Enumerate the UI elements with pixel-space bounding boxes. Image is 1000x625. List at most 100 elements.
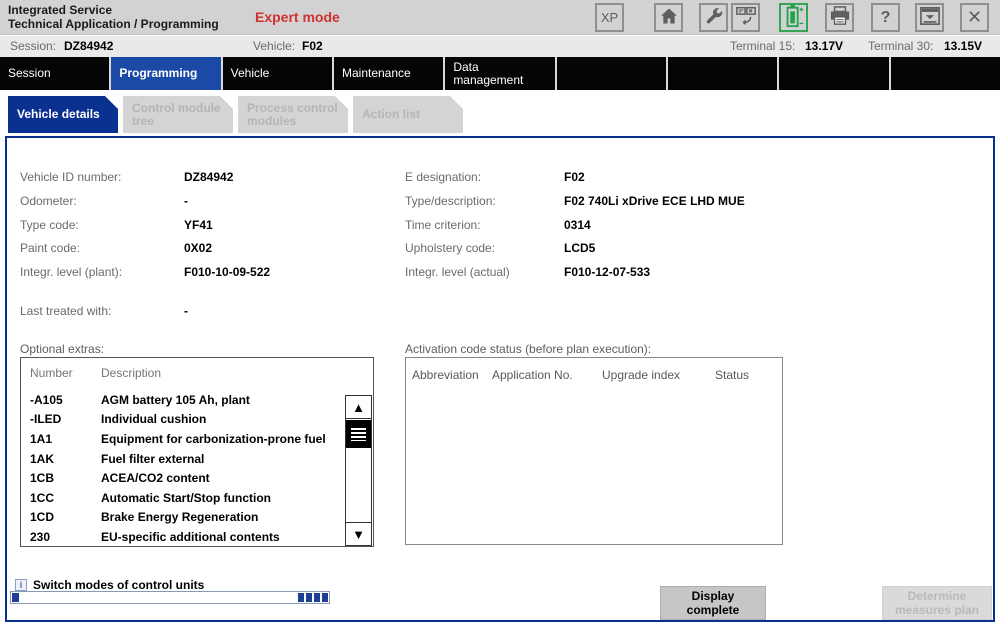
tab-action-list[interactable]: Action list [353, 96, 463, 133]
table-row[interactable]: 1A1 Equipment for carbonization-prone fu… [21, 429, 373, 449]
activation-table-title: Activation code status (before plan exec… [405, 342, 651, 356]
print-button[interactable] [825, 3, 854, 32]
menu-tab-empty [557, 57, 666, 90]
screen-switch-icon [735, 5, 757, 30]
field-label: Integr. level (actual) [405, 265, 510, 279]
session-bar: Session: DZ84942 Vehicle: F02 Terminal 1… [0, 36, 1000, 57]
column-header-number: Number [30, 366, 101, 380]
scroll-down-button[interactable]: ▼ [346, 522, 371, 545]
close-button[interactable]: ✕ [960, 3, 989, 32]
field-label: Type code: [20, 218, 79, 232]
field-value: LCD5 [564, 241, 595, 255]
tab-control-module-tree[interactable]: Control module tree [123, 96, 233, 133]
progress-bar [10, 591, 330, 604]
title-bar: Integrated Service Technical Application… [0, 0, 1000, 35]
field-label: E designation: [405, 170, 481, 184]
field-label: Odometer: [20, 194, 77, 208]
column-header-upgrade-index: Upgrade index [602, 368, 715, 382]
activation-table-header: Abbreviation Application No. Upgrade ind… [406, 358, 782, 382]
field-label: Vehicle ID number: [20, 170, 121, 184]
app-title-line1: Integrated Service [8, 3, 219, 17]
column-header-application-no: Application No. [492, 368, 602, 382]
field-value: F010-12-07-533 [564, 265, 650, 279]
xp-button[interactable]: XP [595, 3, 624, 32]
session-value: DZ84942 [64, 39, 113, 53]
activation-code-table: Abbreviation Application No. Upgrade ind… [405, 357, 783, 545]
table-row[interactable]: 1CD Brake Energy Regeneration [21, 508, 373, 528]
subtab-bar: Vehicle details Control module tree Proc… [0, 90, 1000, 136]
menu-tab-session[interactable]: Session [0, 57, 109, 90]
field-value: F010-10-09-522 [184, 265, 270, 279]
battery-status-button[interactable] [779, 3, 808, 32]
dock-window-icon [919, 6, 941, 29]
expert-mode-label: Expert mode [255, 9, 340, 25]
triangle-down-icon: ▼ [352, 527, 365, 542]
menu-tab-empty [668, 57, 777, 90]
optional-extras-title: Optional extras: [20, 342, 104, 356]
home-icon [659, 6, 679, 29]
progress-segment [322, 593, 328, 602]
vehicle-value: F02 [302, 39, 323, 53]
vehicle-details-panel: Vehicle ID number: DZ84942 Odometer: - T… [5, 136, 995, 622]
table-row[interactable]: 230 EU-specific additional contents [21, 527, 373, 547]
help-button[interactable]: ? [871, 3, 900, 32]
home-button[interactable] [654, 3, 683, 32]
table-row[interactable]: 1CC Automatic Start/Stop function [21, 488, 373, 508]
scroll-up-button[interactable]: ▲ [346, 396, 371, 419]
tools-button[interactable] [699, 3, 728, 32]
field-label: Upholstery code: [405, 241, 495, 255]
table-row[interactable]: -ILED Individual cushion [21, 410, 373, 430]
optional-extras-header: Number Description [21, 358, 373, 390]
progress-segment [12, 593, 19, 602]
battery-icon [784, 4, 804, 31]
status-line: i Switch modes of control units [15, 578, 204, 592]
app-title: Integrated Service Technical Application… [8, 3, 219, 31]
dock-button[interactable] [915, 3, 944, 32]
info-icon: i [15, 579, 27, 591]
terminal15-value: 13.17V [805, 39, 843, 53]
session-label: Session: [10, 39, 56, 53]
menu-tab-maintenance[interactable]: Maintenance [334, 57, 443, 90]
terminal15-label: Terminal 15: [730, 39, 795, 53]
field-label: Integr. level (plant): [20, 265, 122, 279]
table-row[interactable]: -A105 AGM battery 105 Ah, plant [21, 390, 373, 410]
field-label: Type/description: [405, 194, 496, 208]
field-value: - [184, 304, 188, 318]
triangle-up-icon: ▲ [352, 400, 365, 415]
app-window: Integrated Service Technical Application… [0, 0, 1000, 625]
printer-icon [829, 6, 851, 29]
wrench-icon [704, 6, 724, 29]
main-menu: Session Programming Vehicle Maintenance … [0, 57, 1000, 90]
determine-measures-plan-button[interactable]: Determine measures plan [882, 586, 992, 620]
field-value: F02 [564, 170, 585, 184]
field-label: Time criterion: [405, 218, 481, 232]
column-header-status: Status [715, 368, 749, 382]
menu-tab-data-management[interactable]: Data management [445, 57, 554, 90]
menu-tab-empty [779, 57, 888, 90]
menu-tab-empty [891, 57, 1000, 90]
field-label: Last treated with: [20, 304, 111, 318]
status-text: Switch modes of control units [33, 578, 204, 592]
scroll-thumb[interactable] [346, 420, 371, 448]
table-row[interactable]: 1CB ACEA/CO2 content [21, 468, 373, 488]
tab-process-control-modules[interactable]: Process control modules [238, 96, 348, 133]
grip-icon [351, 428, 366, 441]
field-value: - [184, 194, 188, 208]
menu-tab-programming[interactable]: Programming [111, 57, 220, 90]
terminal30-label: Terminal 30: [868, 39, 933, 53]
progress-segment [298, 593, 304, 602]
field-value: 0314 [564, 218, 591, 232]
display-complete-button[interactable]: Display complete [660, 586, 766, 620]
extras-scrollbar[interactable]: ▲ ▼ [345, 395, 372, 546]
optional-extras-table: Number Description -A105 AGM battery 105… [20, 357, 374, 547]
screen-switch-button[interactable] [731, 3, 760, 32]
table-row[interactable]: 1AK Fuel filter external [21, 449, 373, 469]
field-value: 0X02 [184, 241, 212, 255]
field-label: Paint code: [20, 241, 80, 255]
progress-segment [306, 593, 312, 602]
progress-segment [314, 593, 320, 602]
app-title-line2: Technical Application / Programming [8, 17, 219, 31]
tab-vehicle-details[interactable]: Vehicle details [8, 96, 118, 133]
vehicle-label: Vehicle: [253, 39, 295, 53]
menu-tab-vehicle[interactable]: Vehicle [223, 57, 332, 90]
